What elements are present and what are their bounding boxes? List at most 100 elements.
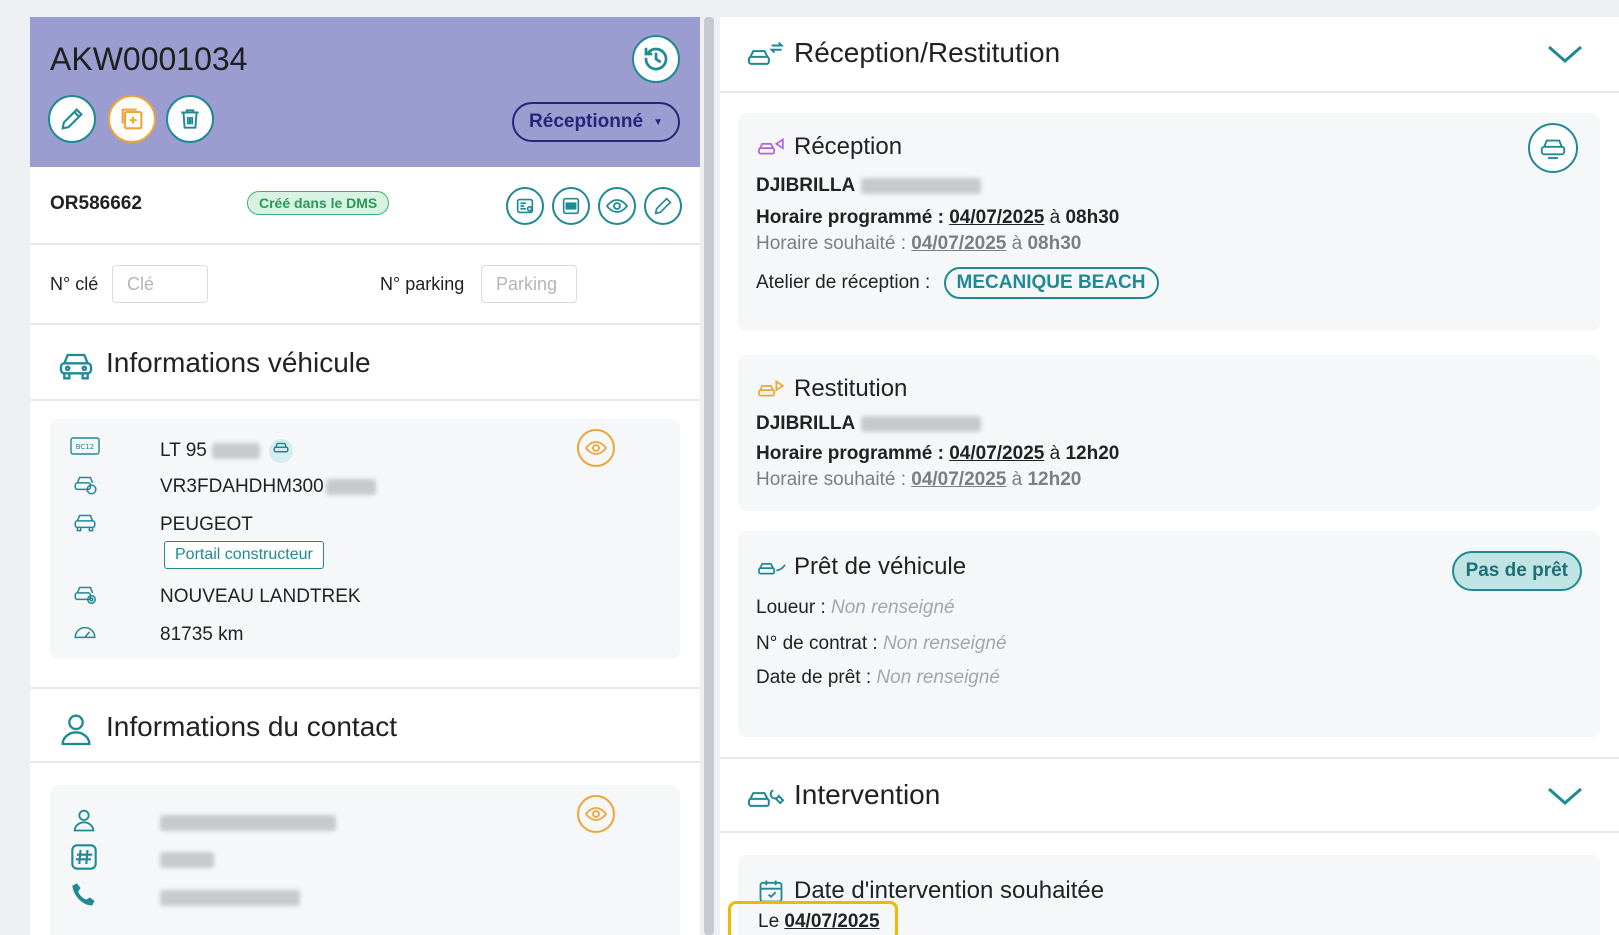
restitution-car-icon xyxy=(756,375,788,406)
mileage-row: 81735 km xyxy=(70,619,243,651)
order-code: AKW0001034 xyxy=(50,41,248,77)
right-panel: Réception/Restitution Réception DJIBRILL… xyxy=(720,17,1619,935)
car-hand-icon xyxy=(1540,139,1566,159)
reception-card: Réception DJIBRILLA Horaire programmé : … xyxy=(738,113,1600,331)
intervention-header[interactable]: Intervention xyxy=(720,757,1619,833)
model-row: NOUVEAU LANDTREK xyxy=(70,581,361,613)
contact-id-row xyxy=(70,843,214,877)
history-icon xyxy=(644,47,668,71)
order-header: AKW0001034 Réceptionné ▼ xyxy=(30,17,700,167)
contact-card xyxy=(50,785,680,935)
key-parking-row: N° clé Clé N° parking Parking xyxy=(30,245,700,325)
duplicate-icon xyxy=(121,108,143,130)
car-swap-icon xyxy=(746,37,786,76)
parking-label: N° parking xyxy=(380,274,465,294)
reception-car-icon xyxy=(756,133,788,164)
restitution-name: DJIBRILLA xyxy=(756,413,981,435)
restitution-programmed: Horaire programmé : 04/07/2025 à 12h20 xyxy=(756,443,1120,464)
plate-value: LT 95 xyxy=(160,440,207,462)
car-loan-icon xyxy=(756,553,788,584)
contact-phone-row xyxy=(70,881,300,915)
document-icon xyxy=(516,198,534,214)
duplicate-button[interactable] xyxy=(108,95,156,143)
chevron-down-icon[interactable] xyxy=(1545,39,1585,74)
cle-input[interactable]: Clé xyxy=(112,265,208,303)
left-panel: AKW0001034 Réceptionné ▼ OR586662 Créé d… xyxy=(30,17,700,935)
hash-icon xyxy=(70,843,104,877)
reception-restitution-title: Réception/Restitution xyxy=(794,37,1061,68)
plate-blur xyxy=(212,443,261,459)
dms-badge: Créé dans le DMS xyxy=(247,191,390,215)
reception-action-button[interactable] xyxy=(1528,123,1578,173)
scrollbar[interactable] xyxy=(704,17,714,935)
contact-phone-blur xyxy=(160,890,300,906)
reception-wished: Horaire souhaité : 04/07/2025 à 08h30 xyxy=(756,233,1082,254)
or-row: OR586662 Créé dans le DMS xyxy=(30,167,700,245)
plate-icon: BC12 xyxy=(70,437,104,461)
cle-label: N° clé xyxy=(50,274,99,294)
reception-title: Réception xyxy=(794,133,903,160)
restitution-wished: Horaire souhaité : 04/07/2025 à 12h20 xyxy=(756,469,1082,490)
reception-restitution-header[interactable]: Réception/Restitution xyxy=(720,17,1619,93)
brand-row: PEUGEOT xyxy=(70,509,253,541)
vin-icon xyxy=(70,471,104,503)
pdf-button[interactable] xyxy=(552,187,590,225)
pas-de-pret-badge[interactable]: Pas de prêt xyxy=(1451,551,1582,591)
reception-programmed: Horaire programmé : 04/07/2025 à 08h30 xyxy=(756,207,1120,228)
eye-icon xyxy=(605,199,629,213)
pret-card: Prêt de véhicule Pas de prêt Loueur : No… xyxy=(738,531,1600,737)
atelier-badge[interactable]: MECANIQUE BEACH xyxy=(943,267,1159,299)
car-icon xyxy=(70,509,104,541)
person-icon xyxy=(70,805,104,841)
restitution-title: Restitution xyxy=(794,375,908,402)
contact-name-blur xyxy=(160,815,336,831)
view-button[interactable] xyxy=(598,187,636,225)
vin-row: VR3FDAHDHM300 xyxy=(70,471,376,503)
pdf-icon xyxy=(562,197,580,215)
document-button[interactable] xyxy=(506,187,544,225)
vehicle-card: BC12 LT 95 VR3FDAHDHM300 PEUGEOT Portail… xyxy=(50,419,680,659)
pret-title: Prêt de véhicule xyxy=(794,553,967,580)
svg-text:BC12: BC12 xyxy=(76,443,94,451)
plate-car-icon[interactable] xyxy=(269,439,294,463)
portail-constructeur-button[interactable]: Portail constructeur xyxy=(164,541,324,569)
or-number: OR586662 xyxy=(50,193,142,214)
chevron-down-icon[interactable] xyxy=(1545,781,1585,816)
contact-name-row xyxy=(70,805,336,841)
phone-icon xyxy=(70,881,104,915)
edit-or-button[interactable] xyxy=(644,187,682,225)
reception-atelier: Atelier de réception : MECANIQUE BEACH xyxy=(756,267,1159,299)
contrat-row: N° de contrat : Non renseigné xyxy=(756,633,1007,654)
contact-section-title: Informations du contact xyxy=(106,711,398,742)
date-pret-row: Date de prêt : Non renseigné xyxy=(756,667,1000,688)
vehicle-section-title: Informations véhicule xyxy=(106,347,371,378)
reception-name: DJIBRILLA xyxy=(756,175,981,197)
vehicle-section-header: Informations véhicule xyxy=(30,325,700,401)
eye-icon xyxy=(584,441,608,455)
contact-view-button[interactable] xyxy=(577,795,615,833)
pencil-icon xyxy=(61,108,83,130)
status-label: Réceptionné xyxy=(529,111,644,132)
mileage-value: 81735 km xyxy=(160,624,244,645)
car-icon xyxy=(56,345,96,390)
parking-input[interactable]: Parking xyxy=(481,265,577,303)
restitution-card: Restitution DJIBRILLA Horaire programmé … xyxy=(738,355,1600,511)
trash-icon xyxy=(181,109,199,129)
status-dropdown[interactable]: Réceptionné ▼ xyxy=(512,102,680,142)
intervention-title: Intervention xyxy=(794,779,941,810)
plate-row: BC12 LT 95 xyxy=(70,437,294,463)
loueur-row: Loueur : Non renseigné xyxy=(756,597,955,618)
car-settings-icon xyxy=(70,581,104,613)
delete-button[interactable] xyxy=(166,95,214,143)
caret-down-icon: ▼ xyxy=(653,116,663,128)
speedometer-icon xyxy=(70,619,104,651)
contact-section-header: Informations du contact xyxy=(30,687,700,763)
vin-value: VR3FDAHDHM300 xyxy=(160,476,376,498)
car-wrench-icon xyxy=(746,779,786,818)
history-button[interactable] xyxy=(632,35,680,83)
pencil-icon xyxy=(654,197,672,215)
edit-button[interactable] xyxy=(48,95,96,143)
intervention-date: Le 04/07/2025 xyxy=(758,911,880,932)
vehicle-view-button[interactable] xyxy=(577,429,615,467)
model-value: NOUVEAU LANDTREK xyxy=(160,586,361,607)
